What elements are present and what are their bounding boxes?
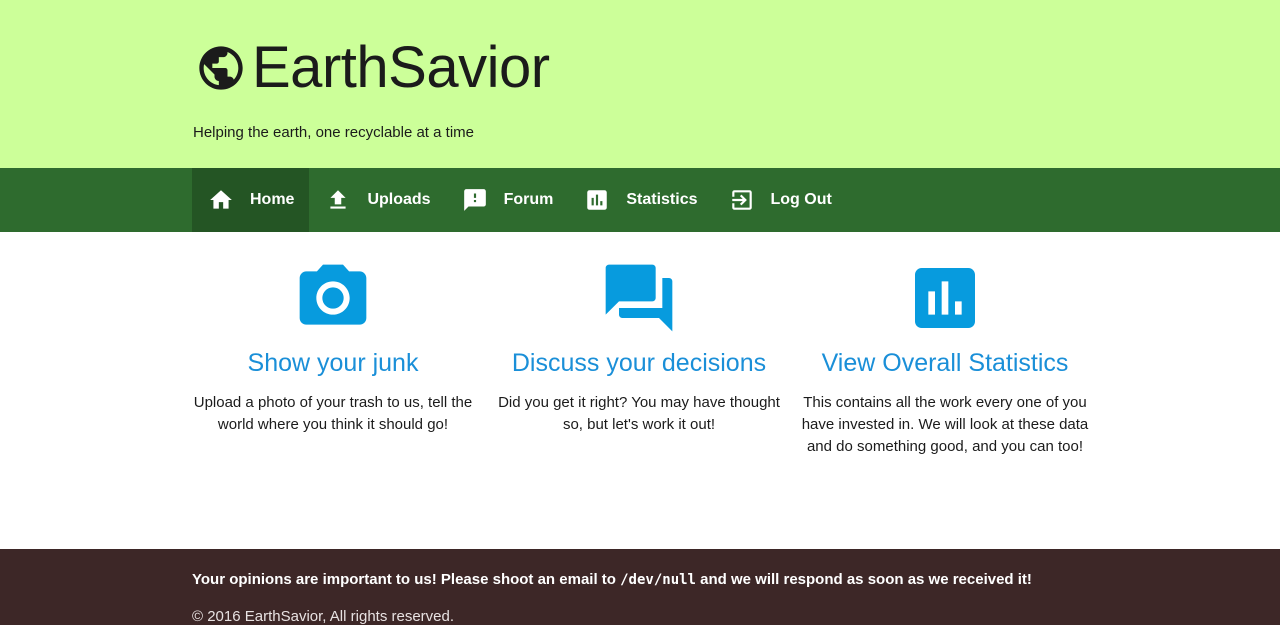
footer-email: /dev/null: [620, 572, 696, 588]
feature-description: This contains all the work every one of …: [801, 394, 1089, 455]
features: Show your junk Upload a photo of your tr…: [180, 258, 1100, 458]
statistics-icon: [915, 268, 975, 328]
site-header: EarthSavior Helping the earth, one recyc…: [0, 0, 1280, 168]
feature-upload: Show your junk Upload a photo of your tr…: [180, 258, 486, 458]
feature-statistics: View Overall Statistics This contains al…: [792, 258, 1098, 458]
feature-title-link[interactable]: Discuss your decisions: [512, 348, 766, 378]
nav-item-logout[interactable]: Log Out: [713, 168, 847, 232]
copyright: © 2016 EarthSavior, All rights reserved.: [192, 608, 455, 625]
footer-message: Your opinions are important to us! Pleas…: [192, 571, 1032, 588]
nav-list: Home Uploads Forum Statistics Log Out: [192, 168, 847, 232]
bar-chart-icon: [587, 190, 608, 210]
nav-item-forum[interactable]: Forum: [446, 168, 569, 232]
feature-title-link[interactable]: View Overall Statistics: [822, 348, 1069, 378]
nav-item-label: Log Out: [770, 191, 832, 208]
upload-icon: [330, 190, 347, 209]
feature-title-link[interactable]: Show your junk: [248, 348, 419, 378]
nav-item-label: Statistics: [626, 191, 698, 208]
nav-item-label: Uploads: [367, 191, 431, 208]
brand-name: EarthSavior: [252, 35, 550, 100]
feature-discuss: Discuss your decisions Did you get it ri…: [486, 258, 792, 458]
brand[interactable]: EarthSavior: [195, 36, 550, 100]
camera-icon: [299, 264, 367, 325]
nav-item-label: Home: [250, 191, 295, 208]
page: EarthSavior Helping the earth, one recyc…: [0, 0, 1280, 625]
footer-message-start: Your opinions are important to us! Pleas…: [192, 571, 621, 588]
forum-icon: [605, 264, 673, 332]
nav-item-statistics[interactable]: Statistics: [568, 168, 712, 232]
globe-icon: [199, 46, 243, 90]
feedback-icon: [463, 189, 486, 211]
feature-description: Did you get it right? You may have thoug…: [498, 394, 780, 433]
feature-description: Upload a photo of your trash to us, tell…: [193, 394, 473, 433]
home-icon: [210, 190, 232, 209]
nav-item-uploads[interactable]: Uploads: [309, 168, 445, 232]
tagline: Helping the earth, one recyclable at a t…: [193, 124, 474, 141]
main-nav: Home Uploads Forum Statistics Log Out: [0, 168, 1280, 232]
nav-item-label: Forum: [503, 191, 554, 208]
site-footer: Your opinions are important to us! Pleas…: [0, 549, 1280, 625]
nav-item-home[interactable]: Home: [192, 168, 310, 232]
exit-icon: [731, 190, 752, 210]
footer-message-end: and we will respond as soon as we receiv…: [695, 571, 1032, 588]
